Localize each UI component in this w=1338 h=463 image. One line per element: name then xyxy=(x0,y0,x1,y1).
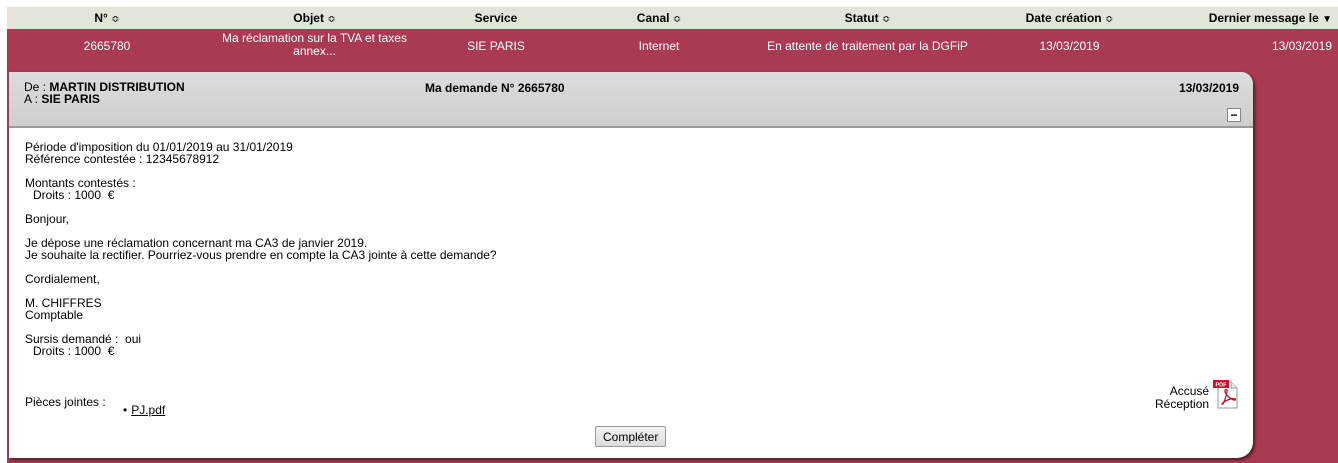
to-value: SIE PARIS xyxy=(41,92,100,106)
header-dernier-message-label: Dernier message le xyxy=(1208,11,1319,25)
closing-line: Cordialement, xyxy=(25,272,100,286)
header-service-label: Service xyxy=(474,11,518,25)
header-date-creation-label: Date création xyxy=(1025,11,1102,25)
table-row[interactable]: 2665780 Ma réclamation sur la TVA et tax… xyxy=(7,29,1338,62)
droits-line: Droits : 1000 € xyxy=(33,188,115,202)
sort-desc-icon[interactable]: ▼ xyxy=(1322,14,1332,25)
header-objet-label: Objet xyxy=(293,11,324,25)
reference-line: Référence contestée : 12345678912 xyxy=(25,152,220,166)
header-num[interactable]: N° ≎ xyxy=(7,11,207,25)
droits-line: Droits : 1000 € xyxy=(33,344,115,358)
bullet-icon: • xyxy=(123,403,128,417)
sort-icon[interactable]: ≎ xyxy=(673,14,681,25)
sort-icon[interactable]: ≎ xyxy=(327,14,335,25)
completer-button[interactable]: Compléter xyxy=(595,426,667,447)
message-date: 13/03/2019 xyxy=(1178,81,1239,95)
row-dernier-message: 13/03/2019 xyxy=(1271,38,1332,53)
message-header: De : MARTIN DISTRIBUTION A : SIE PARIS M… xyxy=(9,72,1253,128)
accuse-line2: Réception xyxy=(1155,397,1210,411)
to-label: A : xyxy=(24,92,39,106)
accuse-reception-link[interactable]: Accusé Réception xyxy=(1155,385,1209,411)
table-header-row: N° ≎ Objet ≎ Service Canal ≎ Statut ≎ Da… xyxy=(7,7,1338,29)
header-dernier-message[interactable]: Dernier message le ▼ xyxy=(1152,11,1338,25)
header-date-creation[interactable]: Date création ≎ xyxy=(987,11,1152,25)
message-subject: Ma demande N° 2665780 xyxy=(425,81,565,95)
signature-name: M. CHIFFRES xyxy=(25,296,102,310)
header-statut[interactable]: Statut ≎ xyxy=(748,11,987,25)
pdf-icon[interactable]: PDF xyxy=(1212,380,1240,410)
header-objet[interactable]: Objet ≎ xyxy=(207,11,422,25)
signature-role: Comptable xyxy=(25,308,84,322)
paragraph-line: Je souhaite la rectifier. Pourriez-vous … xyxy=(25,248,497,262)
sort-icon[interactable]: ≎ xyxy=(882,14,890,25)
collapse-icon[interactable]: − xyxy=(1227,108,1241,122)
attachments-list: • PJ.pdf xyxy=(123,403,165,417)
message-from-to: De : MARTIN DISTRIBUTION A : SIE PARIS xyxy=(24,81,185,105)
row-num: 2665780 xyxy=(83,38,131,53)
row-canal: Internet xyxy=(638,38,680,53)
header-service: Service xyxy=(422,11,570,25)
row-objet-line2: annex... xyxy=(293,44,336,58)
sort-icon[interactable]: ≎ xyxy=(111,14,119,25)
sort-icon[interactable]: ≎ xyxy=(1105,14,1113,25)
message-body: Période d'imposition du 01/01/2019 au 31… xyxy=(25,141,497,357)
message-card: De : MARTIN DISTRIBUTION A : SIE PARIS M… xyxy=(9,72,1253,458)
attachment-link[interactable]: PJ.pdf xyxy=(131,403,165,417)
header-canal[interactable]: Canal ≎ xyxy=(570,11,748,25)
attachments-label: Pièces jointes : xyxy=(25,395,106,409)
header-num-label: N° xyxy=(94,11,108,25)
row-date-creation: 13/03/2019 xyxy=(1039,38,1100,53)
row-service: SIE PARIS xyxy=(467,38,525,53)
header-canal-label: Canal xyxy=(636,11,670,25)
greeting-line: Bonjour, xyxy=(25,212,70,226)
header-statut-label: Statut xyxy=(844,11,879,25)
svg-text:PDF: PDF xyxy=(1216,383,1228,389)
row-statut: En attente de traitement par la DGFiP xyxy=(767,38,968,53)
row-objet: Ma réclamation sur la TVA et taxes annex… xyxy=(207,32,422,58)
